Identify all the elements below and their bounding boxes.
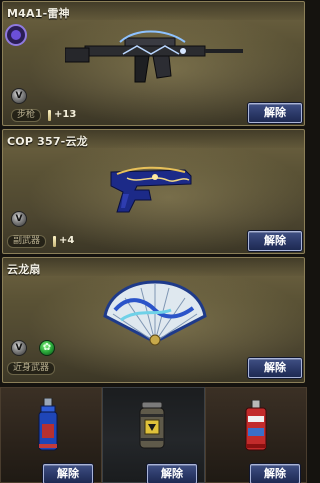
pistol-icon [110,166,192,213]
weapon-card-primary: M4A1-雷神 V 步枪 +13 解除 [2,1,305,126]
yellow-grenade-icon [139,402,165,449]
grenade-slot: 解除 [205,387,307,483]
vip-badge: V [11,88,27,104]
red-grenade-icon [245,400,267,451]
card-title-bar [3,258,304,276]
weapon-type-tag: 副武器 [7,235,47,248]
grenade-slots: 解除 解除 解除 [0,387,307,483]
weapon-title: COP 357-云龙 [7,135,88,148]
blue-grenade-icon [38,398,58,451]
weapon-title: M4A1-雷神 [7,7,70,20]
green-emblem-icon: ✿ [39,340,55,356]
unequip-button[interactable]: 解除 [248,231,302,251]
unequip-button[interactable]: 解除 [43,464,93,483]
rifle-icon [65,30,243,83]
purple-emblem-icon [5,24,27,46]
ammo-icon [48,110,51,121]
vip-badge: V [11,211,27,227]
weapon-type-tag: 近身武器 [7,362,56,375]
unequip-button[interactable]: 解除 [248,358,302,378]
vip-badge: V [11,340,27,356]
unequip-button[interactable]: 解除 [147,464,197,483]
weapon-card-melee: 云龙扇 V ✿ 近身武器 解除 [2,257,305,383]
grenade-slot: 解除 [0,387,102,483]
ammo-count: +4 [59,235,75,246]
unequip-button[interactable]: 解除 [250,464,300,483]
grenade-slot: 解除 [102,387,205,483]
weapon-title: 云龙扇 [7,263,41,276]
weapon-card-secondary: COP 357-云龙 V 副武器 +4 解除 [2,129,305,254]
ammo-count: +13 [54,109,77,120]
weapon-type-tag: 步枪 [11,109,42,122]
unequip-button[interactable]: 解除 [248,103,302,123]
fan-icon [103,280,207,346]
ammo-icon [53,236,56,247]
